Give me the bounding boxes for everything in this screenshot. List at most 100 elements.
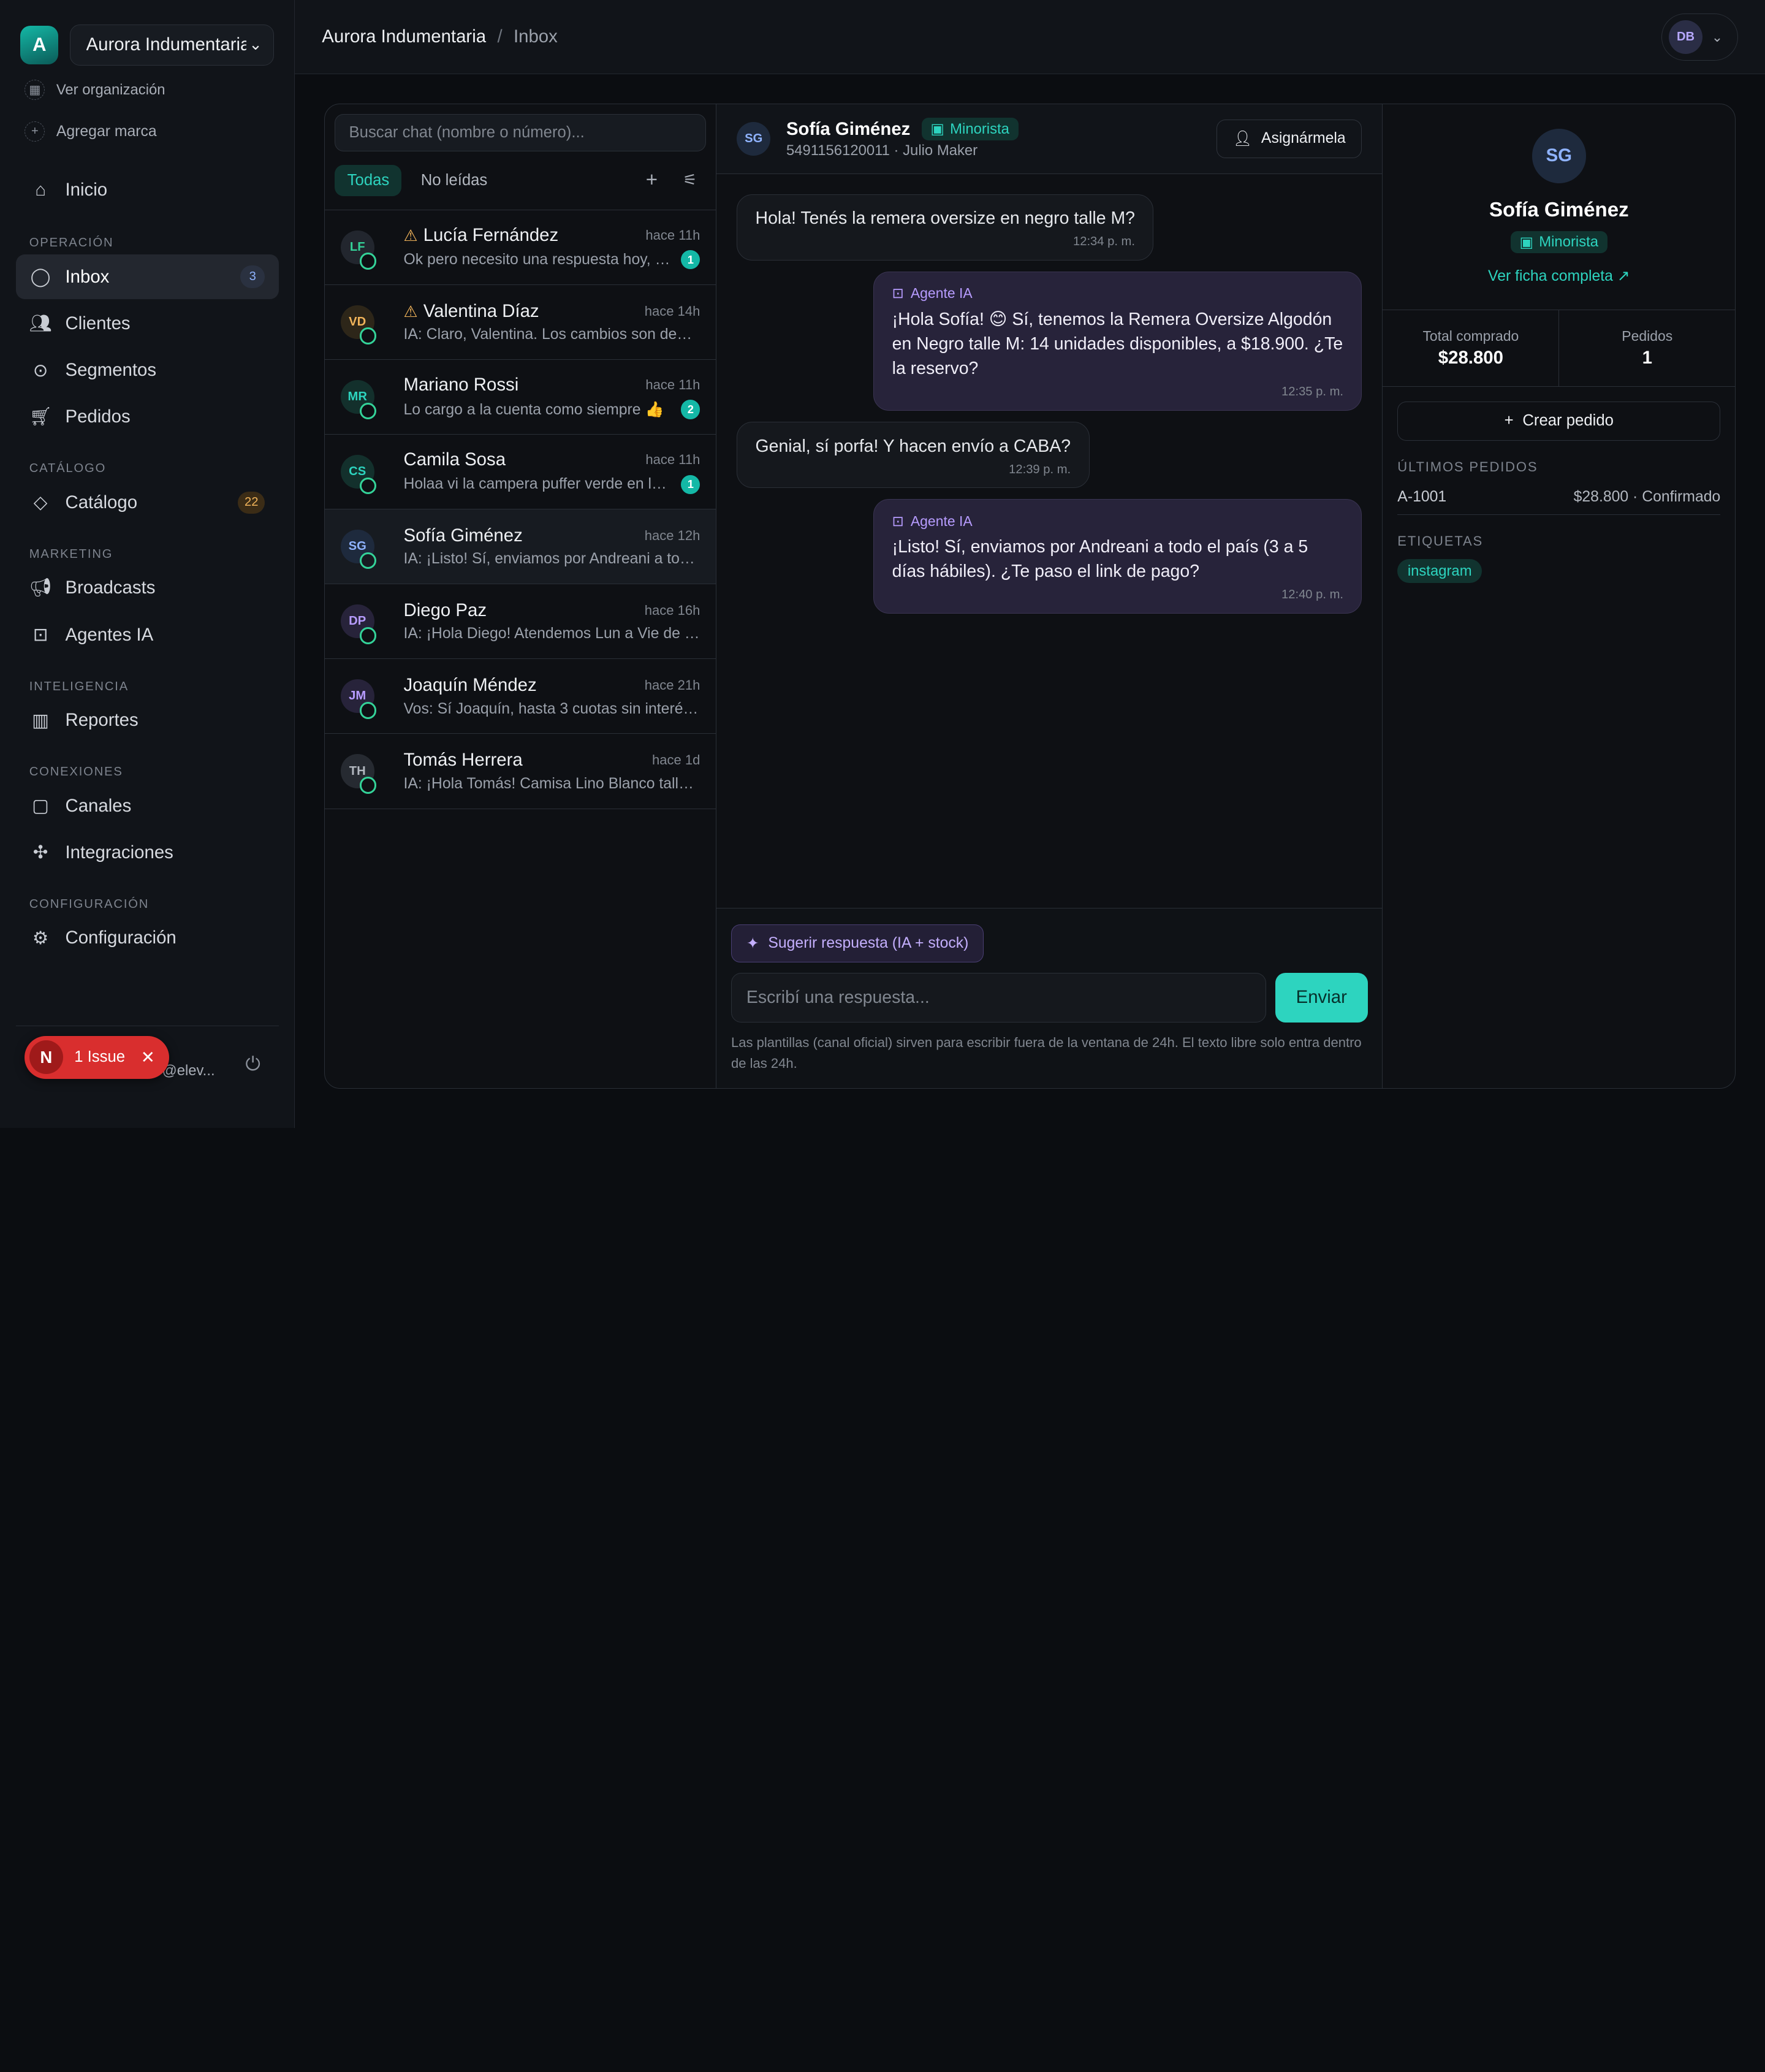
filter-all-tab[interactable]: Todas [335, 164, 402, 197]
brand-select[interactable]: Aurora Indumentaria ⌄ [69, 25, 275, 66]
issue-logo: N [29, 1040, 63, 1075]
chat-row[interactable]: DP Diego Paz hace 16h IA: ¡Hola Diego! A… [324, 584, 716, 660]
sidebar-item-clientes[interactable]: 👥︎ Clientes [16, 301, 279, 346]
breadcrumb-current: Inbox [513, 26, 558, 47]
chat-row-selected[interactable]: SG Sofía Giménez hace 12h IA: ¡Listo! Sí… [324, 509, 716, 585]
sidebar-item-configuracion[interactable]: ⚙ Configuración [16, 916, 279, 961]
avatar-initials: VD [349, 314, 366, 329]
logout-power-icon[interactable]: ⏻ [245, 1053, 260, 1076]
sidebar-item-label: Canales [65, 795, 132, 816]
sidebar-item-segmentos[interactable]: ⊙ Segmentos [16, 348, 279, 392]
customer-tag[interactable]: instagram [1397, 559, 1482, 584]
sidebar-item-home[interactable]: ⌂ Inicio [16, 168, 279, 213]
chat-bubble-icon: ◯ [30, 267, 51, 288]
breadcrumb-separator: / [497, 26, 503, 47]
chat-bottom: Holaa vi la campera puffer verde en la v… [404, 474, 700, 494]
search-input[interactable]: Buscar chat (nombre o número)... [335, 114, 706, 152]
segment-badge-label: Minorista [1539, 234, 1599, 251]
stat-label: Total comprado [1422, 327, 1519, 344]
message-incoming: Genial, sí porfa! Y hacen envío a CABA? … [737, 422, 1090, 489]
inbox-panel: Buscar chat (nombre o número)... Todas N… [324, 103, 1736, 1089]
sidebar-item-pedidos[interactable]: 🛒︎ Pedidos [16, 395, 279, 440]
sidebar-item-label: Broadcasts [65, 577, 156, 598]
online-status-icon [359, 552, 377, 569]
online-status-icon [359, 777, 377, 794]
bag-icon: ▣ [1519, 234, 1534, 251]
chat-top: Mariano Rossi hace 11h [404, 375, 700, 395]
chat-time: hace 21h [644, 677, 700, 693]
nav-section-catalogo: CATÁLOGO [29, 462, 107, 476]
message-time: 12:40 p. m. [1281, 588, 1343, 602]
stat-value: 1 [1642, 348, 1652, 368]
chevron-down-icon: ⌄ [249, 36, 262, 54]
new-chat-plus-icon[interactable]: + [636, 165, 667, 196]
customer-details: + Crear pedido ÚLTIMOS PEDIDOS A-1001 $2… [1383, 401, 1735, 584]
sidebar-item-canales[interactable]: ▢ Canales [16, 783, 279, 828]
view-full-profile-link[interactable]: Ver ficha completa ↗ [1488, 267, 1630, 285]
chat-filters: Todas No leídas + ⚟ [324, 151, 716, 210]
chat-top: Sofía Giménez hace 12h [404, 525, 700, 546]
message-text: Genial, sí porfa! Y hacen envío a CABA? [755, 436, 1071, 456]
chat-row[interactable]: CS Camila Sosa hace 11h Holaa vi la camp… [324, 435, 716, 510]
contact-subtitle: 5491156120011 · Julio Maker [786, 142, 978, 159]
send-button[interactable]: Enviar [1275, 972, 1368, 1023]
close-icon[interactable]: ✕ [141, 1048, 155, 1067]
breadcrumb-org[interactable]: Aurora Indumentaria [322, 26, 486, 47]
conversation-header: SG Sofía Giménez ▣ Minorista 549115612001… [716, 104, 1383, 174]
assign-to-me-button[interactable]: 👤︎ Asignármela [1217, 120, 1362, 158]
stat-total-purchased: Total comprado $28.800 [1383, 310, 1558, 386]
sidebar-item-catalogo[interactable]: ◇ Catálogo 22 [16, 480, 279, 525]
sidebar-item-agentes-ia[interactable]: ⊡ Agentes IA [16, 612, 279, 657]
brand-select-label: Aurora Indumentaria [86, 34, 247, 55]
suggest-reply-button[interactable]: ✦ Sugerir respuesta (IA + stock) [731, 924, 984, 963]
building-icon: ▦ [25, 80, 45, 101]
main: Aurora Indumentaria / Inbox DB ⌄ Buscar … [295, 0, 1765, 1128]
unread-badge: 1 [681, 250, 700, 270]
avatar-initials: CS [349, 465, 366, 479]
sidebar-item-label: Reportes [65, 710, 139, 731]
chat-row[interactable]: LF ⚠ Lucía Fernández hace 11h Ok pero nec… [324, 210, 716, 285]
customer-summary: SG Sofía Giménez ▣ Minorista Ver ficha co… [1383, 104, 1736, 311]
issue-label: 1 Issue [74, 1048, 126, 1066]
chat-body: ⚠ Lucía Fernández hace 11h Ok pero necesi… [404, 225, 700, 270]
chat-row[interactable]: TH Tomás Herrera hace 1d IA: ¡Hola Tomás… [324, 734, 716, 809]
chat-time: hace 14h [644, 303, 700, 319]
message-thread: Hola! Tenés la remera oversize en negro … [716, 174, 1382, 645]
chat-body: ⚠ Valentina Díaz hace 14h IA: Claro, Vale… [404, 301, 700, 343]
sidebar-item-integraciones[interactable]: ✣ Integraciones [16, 830, 279, 875]
chat-top: Tomás Herrera hace 1d [404, 750, 700, 771]
order-row[interactable]: A-1001 $28.800 · Confirmado [1397, 475, 1721, 516]
cart-icon: 🛒︎ [29, 406, 53, 427]
chat-row[interactable]: MR Mariano Rossi hace 11h Lo cargo a la … [324, 360, 716, 435]
create-order-button[interactable]: + Crear pedido [1397, 401, 1721, 441]
filter-sliders-icon[interactable]: ⚟ [674, 165, 705, 196]
reply-input[interactable]: Escribí una respuesta... [731, 972, 1267, 1023]
stat-label: Pedidos [1622, 327, 1673, 344]
chat-body: Camila Sosa hace 11h Holaa vi la campera… [404, 449, 700, 494]
sidebar-item-label: Pedidos [65, 406, 131, 427]
avatar: SG [1532, 129, 1586, 183]
view-organization-link[interactable]: ▦ Ver organización [0, 70, 294, 110]
chat-row[interactable]: VD ⚠ Valentina Díaz hace 14h IA: Claro, V… [324, 285, 716, 360]
online-status-icon [359, 627, 377, 644]
chat-name: Camila Sosa [403, 449, 506, 470]
sidebar-item-broadcasts[interactable]: 📢︎ Broadcasts [16, 566, 279, 611]
avatar: JM [340, 679, 377, 719]
issue-indicator[interactable]: N 1 Issue ✕ [25, 1035, 169, 1079]
sidebar-item-reportes[interactable]: ▥ Reportes [16, 698, 279, 742]
user-menu[interactable]: DB ⌄ [1661, 13, 1738, 61]
avatar: TH [340, 754, 377, 794]
chat-top: ⚠ Valentina Díaz hace 14h [404, 301, 700, 322]
online-status-icon [359, 477, 377, 495]
chat-row[interactable]: JM Joaquín Méndez hace 21h Vos: Sí Joaqu… [324, 659, 716, 734]
message-outgoing: ⊡ Agente IA ¡Hola Sofía! 😊 Sí, tenemos la… [873, 272, 1362, 411]
add-brand-link[interactable]: + Agregar marca [0, 112, 294, 152]
filter-unread-tab[interactable]: No leídas [408, 165, 499, 196]
sidebar-item-inbox[interactable]: ◯ Inbox 3 [15, 254, 279, 300]
chat-time: hace 16h [644, 603, 700, 619]
message-text: Hola! Tenés la remera oversize en negro … [755, 208, 1135, 229]
avatar-initials: SG [348, 539, 366, 554]
conversation: SG Sofía Giménez ▣ Minorista 549115612001… [716, 104, 1383, 1089]
chat-top: Camila Sosa hace 11h [404, 449, 700, 470]
chat-preview: Ok pero necesito una respuesta hoy, por … [403, 251, 672, 268]
